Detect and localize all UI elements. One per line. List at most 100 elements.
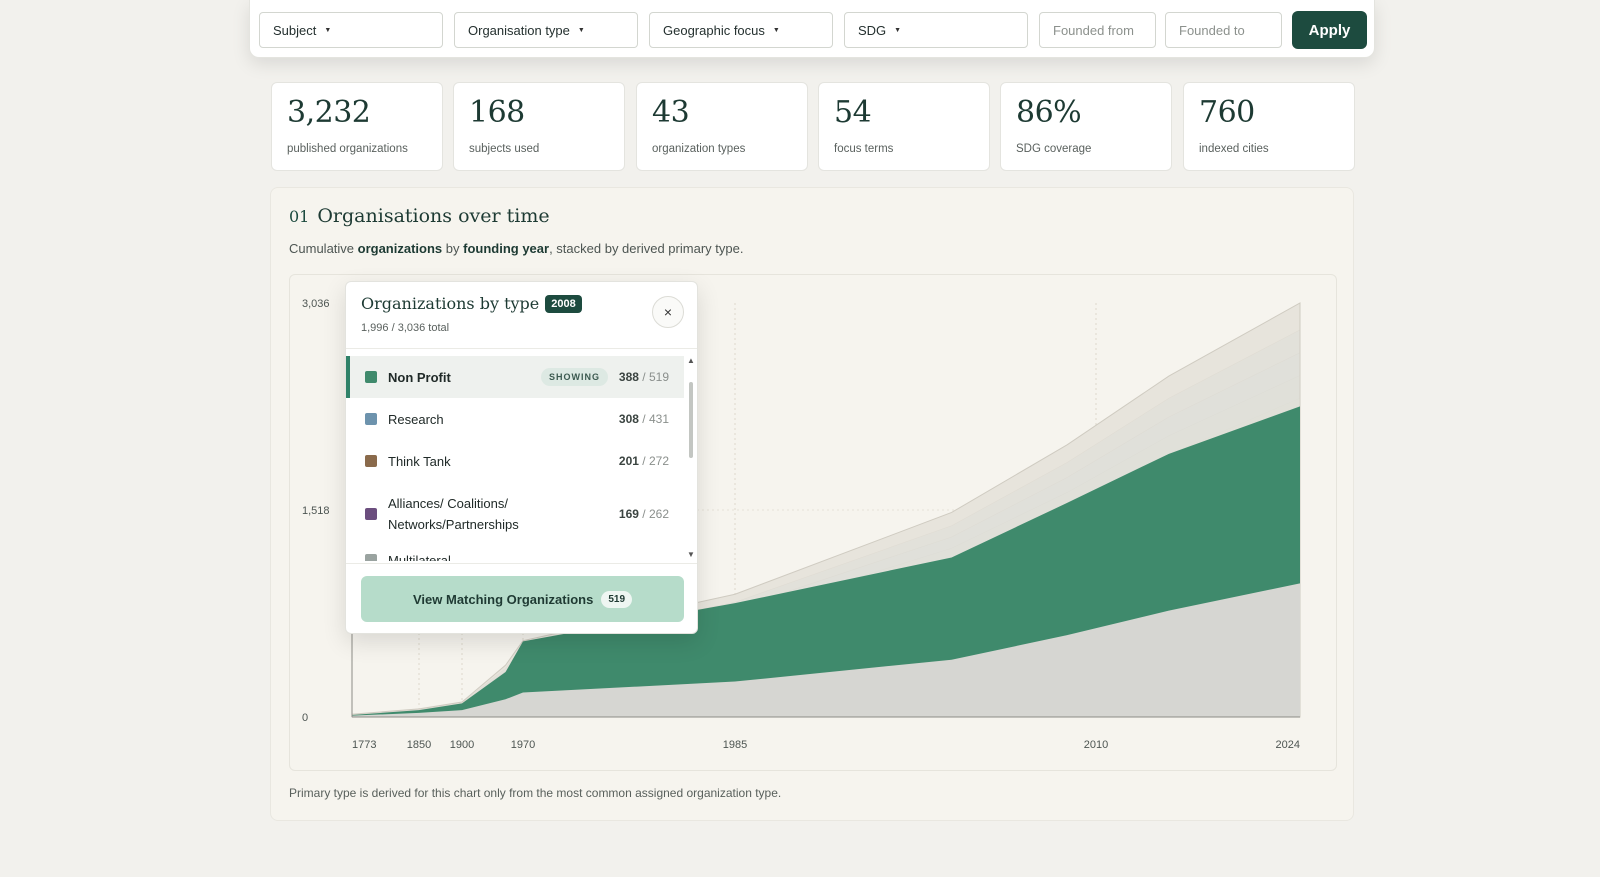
count-value: 169 [618, 507, 639, 521]
subtitle-part: by [442, 241, 464, 256]
x-tick-label: 2024 [1276, 739, 1300, 751]
list-item-label: Research [388, 411, 444, 427]
caret-down-icon: ▼ [894, 26, 902, 34]
scroll-thumb[interactable] [689, 382, 693, 458]
list-item-count: 169 / 262 [619, 507, 669, 521]
panel-title: Organizations by type 2008 [361, 294, 582, 313]
stat-label: subjects used [469, 143, 540, 155]
divider [346, 348, 697, 349]
organisation-type-select[interactable]: Organisation type ▼ [454, 12, 638, 48]
stat-card-organizations: 3,232 published organizations [271, 82, 443, 171]
subtitle-emphasis: founding year [463, 241, 550, 256]
y-tick-label: 3,036 [302, 298, 330, 310]
list-item-research[interactable]: Research 308 / 431 [346, 398, 684, 440]
list-item-alliances[interactable]: Alliances/ Coalitions/ Networks/Partners… [346, 482, 684, 546]
stat-label: indexed cities [1199, 143, 1269, 155]
stat-value: 3,232 [287, 95, 371, 130]
count-value: 201 [618, 454, 639, 468]
sdg-select[interactable]: SDG ▼ [844, 12, 1028, 48]
x-tick-label: 1985 [723, 739, 747, 751]
founded-from-input[interactable]: Founded from [1039, 12, 1156, 48]
subtitle-emphasis: organizations [357, 241, 443, 256]
showing-badge: SHOWING [541, 368, 608, 386]
geographic-focus-select-label: Geographic focus [663, 22, 765, 38]
x-tick-label: 1900 [450, 739, 474, 751]
stat-value: 86% [1016, 95, 1082, 130]
type-list[interactable]: Non Profit SHOWING 388 / 519 Research 30… [346, 356, 698, 561]
count-value: 308 [618, 412, 639, 426]
y-tick-label: 0 [302, 712, 308, 724]
divider [346, 563, 697, 564]
caret-down-icon: ▼ [577, 26, 585, 34]
stat-value: 54 [834, 95, 872, 130]
list-item-count: 388 / 519 [619, 370, 669, 384]
section-title: 01 Organisations over time [289, 205, 550, 227]
stat-card-organization-types: 43 organization types [636, 82, 808, 171]
section-subtitle: Cumulative organizations by founding yea… [289, 241, 743, 256]
stat-label: organization types [652, 143, 746, 155]
founded-to-placeholder: Founded to [1179, 22, 1245, 38]
count-total: / 272 [642, 454, 669, 468]
x-tick-label: 2010 [1084, 739, 1108, 751]
matching-count-badge: 519 [601, 590, 633, 608]
list-item-multilateral[interactable]: Multilateral [346, 550, 684, 561]
founded-from-placeholder: Founded from [1053, 22, 1134, 38]
geographic-focus-select[interactable]: Geographic focus ▼ [649, 12, 833, 48]
stat-label: SDG coverage [1016, 143, 1092, 155]
count-total: / 262 [642, 507, 669, 521]
caret-down-icon: ▼ [324, 26, 332, 34]
list-item-count: 308 / 431 [619, 412, 669, 426]
panel-title-text: Organizations by type [361, 294, 540, 313]
scroll-up-icon[interactable]: ▲ [687, 356, 695, 365]
year-badge: 2008 [545, 294, 582, 313]
section-title-text: Organisations over time [317, 205, 550, 227]
founded-to-input[interactable]: Founded to [1165, 12, 1282, 48]
count-value: 388 [618, 370, 639, 384]
color-swatch [365, 554, 377, 561]
x-tick-label: 1773 [352, 739, 376, 751]
x-tick-label: 1850 [407, 739, 431, 751]
chart-footnote: Primary type is derived for this chart o… [289, 786, 782, 800]
subtitle-part: Cumulative [289, 241, 358, 256]
subject-select-label: Subject [273, 22, 317, 38]
stat-value: 43 [652, 95, 690, 130]
stat-label: focus terms [834, 143, 894, 155]
stat-label: published organizations [287, 143, 408, 155]
organizations-by-type-panel: Organizations by type 2008 1,996 / 3,036… [345, 281, 698, 634]
list-item-label: Think Tank [388, 453, 451, 469]
stat-value: 760 [1199, 95, 1255, 130]
list-item-label: Non Profit [388, 369, 451, 385]
stat-card-subjects: 168 subjects used [453, 82, 625, 171]
y-tick-label: 1,518 [302, 505, 330, 517]
stat-card-indexed-cities: 760 indexed cities [1183, 82, 1355, 171]
scrollbar[interactable]: ▲ ▼ [685, 356, 697, 561]
filter-bar: Subject ▼ Organisation type ▼ Geographic… [249, 0, 1375, 58]
x-tick-label: 1970 [511, 739, 535, 751]
subject-select[interactable]: Subject ▼ [259, 12, 443, 48]
view-button-label: View Matching Organizations [412, 591, 594, 607]
color-swatch [365, 413, 377, 425]
color-swatch [365, 455, 377, 467]
color-swatch [365, 508, 377, 520]
organisation-type-select-label: Organisation type [468, 22, 570, 38]
caret-down-icon: ▼ [772, 26, 780, 34]
stat-card-sdg-coverage: 86% SDG coverage [1000, 82, 1172, 171]
subtitle-part: , stacked by derived primary type. [549, 241, 744, 256]
stat-value: 168 [469, 95, 525, 130]
color-swatch [365, 371, 377, 383]
count-total: / 519 [642, 370, 669, 384]
panel-total: 1,996 / 3,036 total [361, 322, 450, 334]
sdg-select-label: SDG [858, 22, 887, 38]
stat-card-focus-terms: 54 focus terms [818, 82, 990, 171]
list-item-non-profit[interactable]: Non Profit SHOWING 388 / 519 [346, 356, 684, 398]
close-icon[interactable]: × [652, 296, 684, 328]
view-matching-organizations-button[interactable]: View Matching Organizations 519 [361, 576, 684, 622]
list-item-think-tank[interactable]: Think Tank 201 / 272 [346, 440, 684, 482]
apply-button[interactable]: Apply [1292, 11, 1367, 49]
list-item-count: 201 / 272 [619, 454, 669, 468]
scroll-down-icon[interactable]: ▼ [687, 550, 695, 559]
section-number: 01 [289, 207, 310, 226]
list-item-label: Multilateral [388, 553, 451, 561]
count-total: / 431 [642, 412, 669, 426]
list-item-label: Alliances/ Coalitions/ Networks/Partners… [388, 496, 519, 532]
